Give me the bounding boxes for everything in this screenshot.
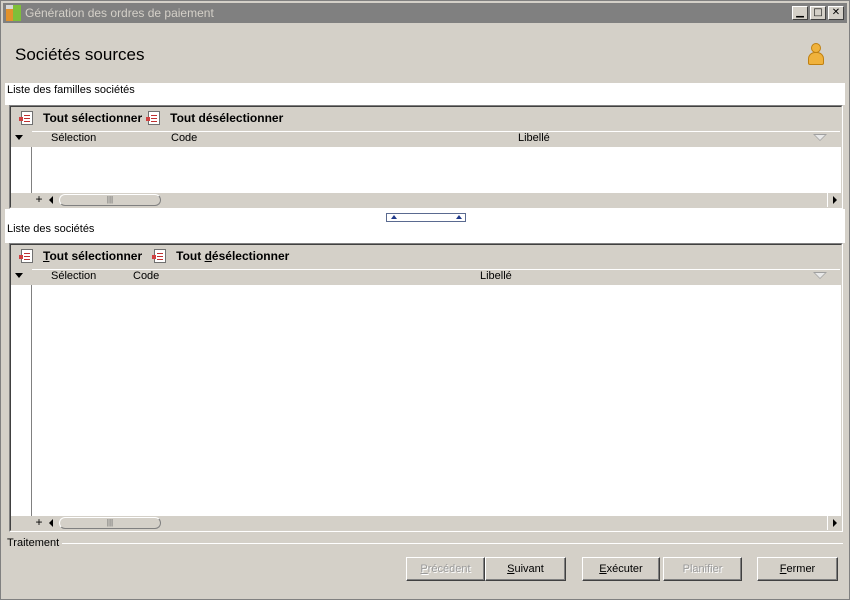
row-menu-arrow-icon[interactable] xyxy=(15,135,23,140)
processing-group-label: Traitement xyxy=(7,537,63,549)
collapse-up-icon[interactable] xyxy=(391,215,397,219)
collapse-up-icon[interactable] xyxy=(456,215,462,219)
document-icon xyxy=(146,111,161,125)
document-icon xyxy=(19,249,33,263)
scroll-thumb[interactable]: ||| xyxy=(59,194,161,206)
companies-select-all-button[interactable]: Tout sélectionner xyxy=(19,249,142,263)
column-filter-icon[interactable] xyxy=(813,272,827,279)
add-row-button[interactable]: + xyxy=(33,516,45,530)
companies-grid-body[interactable] xyxy=(31,285,841,516)
row-menu-arrow-icon[interactable] xyxy=(15,273,23,278)
column-code[interactable]: Code xyxy=(133,270,159,282)
maximize-button[interactable]: □ xyxy=(810,6,826,20)
families-horizontal-scrollbar[interactable]: + ||| xyxy=(11,193,841,207)
scroll-thumb[interactable]: ||| xyxy=(59,517,161,529)
families-grid-body[interactable] xyxy=(31,147,841,193)
companies-group-strip xyxy=(5,223,845,243)
title-bar[interactable]: Génération des ordres de paiement ▁ □ ✕ xyxy=(3,3,847,23)
column-selection[interactable]: Sélection xyxy=(51,132,96,144)
families-deselect-all-button[interactable]: Tout désélectionner xyxy=(146,111,283,125)
app-icon xyxy=(6,5,22,21)
scroll-left-icon[interactable] xyxy=(49,519,53,527)
next-button[interactable]: Suivant xyxy=(485,557,566,581)
families-column-header: Sélection Code Libellé xyxy=(11,129,841,147)
page-title: Sociétés sources xyxy=(15,45,145,64)
families-grid: Tout sélectionner Tout désélectionner Sé… xyxy=(9,105,843,209)
page-header: Sociétés sources xyxy=(3,23,847,83)
companies-deselect-all-button[interactable]: Tout désélectionner xyxy=(152,249,289,263)
execute-button[interactable]: Exécuter xyxy=(582,557,660,581)
column-selection[interactable]: Sélection xyxy=(51,270,96,282)
scroll-right-icon[interactable] xyxy=(833,519,837,527)
scroll-right-icon[interactable] xyxy=(833,196,837,204)
column-code[interactable]: Code xyxy=(171,132,197,144)
families-group-label: Liste des familles sociétés xyxy=(7,84,138,96)
companies-toolbar: Tout sélectionner Tout désélectionner xyxy=(11,245,841,267)
companies-horizontal-scrollbar[interactable]: + ||| xyxy=(11,516,841,530)
user-icon xyxy=(807,43,825,65)
document-icon xyxy=(19,111,33,125)
add-row-button[interactable]: + xyxy=(33,193,45,207)
companies-group-label: Liste des sociétés xyxy=(7,223,98,235)
minimize-button[interactable]: ▁ xyxy=(792,6,808,20)
window-title: Génération des ordres de paiement xyxy=(25,6,214,20)
previous-button[interactable]: Précédent xyxy=(406,557,485,581)
schedule-button[interactable]: Planifier xyxy=(663,557,742,581)
column-libelle[interactable]: Libellé xyxy=(518,132,550,144)
document-icon xyxy=(152,249,167,263)
close-button[interactable]: ✕ xyxy=(828,6,844,20)
close-dialog-button[interactable]: Fermer xyxy=(757,557,838,581)
families-toolbar: Tout sélectionner Tout désélectionner xyxy=(11,107,841,129)
companies-grid: Tout sélectionner Tout désélectionner Sé… xyxy=(9,243,843,532)
panel-splitter[interactable] xyxy=(386,213,466,222)
application-window: Génération des ordres de paiement ▁ □ ✕ … xyxy=(0,0,850,600)
scroll-left-icon[interactable] xyxy=(49,196,53,204)
column-filter-icon[interactable] xyxy=(813,134,827,141)
companies-column-header: Sélection Code Libellé xyxy=(11,267,841,285)
families-select-all-button[interactable]: Tout sélectionner xyxy=(19,111,142,125)
column-libelle[interactable]: Libellé xyxy=(480,270,512,282)
